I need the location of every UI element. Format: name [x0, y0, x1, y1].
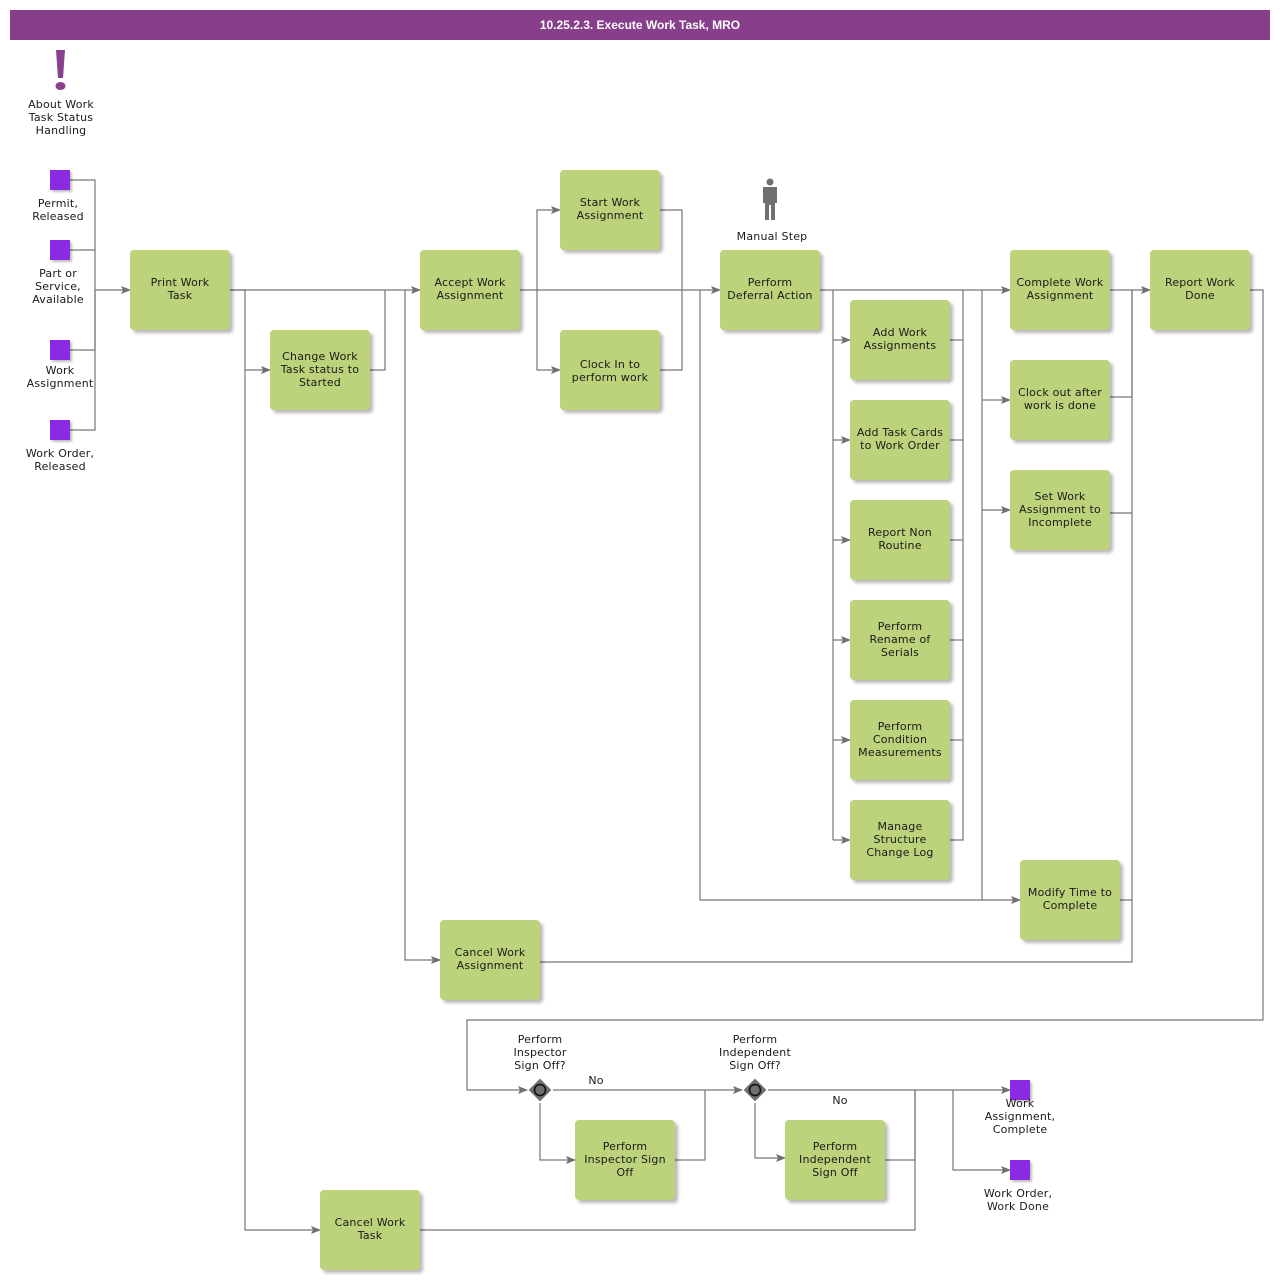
task-label: Complete Work Assignment	[1016, 276, 1104, 302]
task-report-work-done[interactable]: Report Work Done	[1150, 250, 1250, 330]
task-label: Perform Rename of Serials	[869, 620, 931, 659]
start-event-work-assignment[interactable]	[50, 340, 70, 360]
task-label: Cancel Work Task	[334, 1216, 406, 1242]
task-modify-time-to-complete[interactable]: Modify Time to Complete	[1020, 860, 1120, 940]
task-label: Perform Condition Measurements	[858, 720, 942, 759]
start-event-part-service-available[interactable]	[50, 240, 70, 260]
person-icon	[758, 178, 782, 222]
task-label: Perform Independent Sign Off	[799, 1140, 871, 1179]
start-event-permit-released[interactable]	[50, 170, 70, 190]
gateway-question: Perform Independent Sign Off?	[719, 1033, 791, 1072]
manual-step-label: Manual Step	[736, 230, 808, 243]
connector	[230, 289, 271, 374]
end-event-label: Work Assignment, Complete	[984, 1097, 1056, 1136]
gateway-no-label: No	[832, 1094, 848, 1107]
task-cancel-work-assignment[interactable]: Cancel Work Assignment	[440, 920, 540, 1000]
start-event-label: Part or Service, Available	[32, 267, 84, 306]
connector	[754, 1103, 786, 1162]
connector	[536, 206, 561, 290]
gateway-question: Perform Inspector Sign Off?	[513, 1033, 567, 1072]
task-label: Add Work Assignments	[863, 326, 937, 352]
task-label: Clock out after work is done	[1018, 386, 1102, 412]
task-report-non-routine[interactable]: Report Non Routine	[850, 500, 950, 580]
task-label: Print Work Task	[150, 276, 210, 302]
start-event-label: Work Order, Released	[25, 447, 95, 473]
task-perform-condition-measurements[interactable]: Perform Condition Measurements	[850, 700, 950, 780]
end-event-label: Work Order, Work Done	[983, 1187, 1053, 1213]
gateway-diamond-icon	[743, 1078, 767, 1102]
task-complete-work-assignment[interactable]: Complete Work Assignment	[1010, 250, 1110, 330]
independent-gateway[interactable]	[742, 1077, 767, 1102]
task-print-work-task[interactable]: Print Work Task	[130, 250, 230, 330]
task-label: Report Non Routine	[868, 526, 932, 552]
task-label: Perform Deferral Action	[727, 276, 813, 302]
task-add-task-cards[interactable]: Add Task Cards to Work Order	[850, 400, 950, 480]
start-event-label: Work Assignment	[26, 364, 94, 390]
connector	[244, 370, 321, 1234]
task-label: Set Work Assignment to Incomplete	[1019, 490, 1101, 529]
gateway-no-label: No	[588, 1074, 604, 1087]
connector	[536, 290, 561, 374]
task-label: Cancel Work Assignment	[454, 946, 526, 972]
task-set-incomplete[interactable]: Set Work Assignment to Incomplete	[1010, 470, 1110, 550]
task-label: Modify Time to Complete	[1027, 886, 1113, 912]
task-label: Start Work Assignment	[576, 196, 644, 222]
end-event-work-order-work-done[interactable]	[1010, 1160, 1030, 1180]
task-manage-structure-change-log[interactable]: Manage Structure Change Log	[850, 800, 950, 880]
connector	[404, 290, 441, 964]
connector	[950, 339, 964, 841]
task-label: Perform Inspector Sign Off	[584, 1140, 666, 1179]
connector	[1110, 290, 1133, 398]
task-start-work-assignment[interactable]: Start Work Assignment	[560, 170, 660, 250]
task-perform-deferral-action[interactable]: Perform Deferral Action	[720, 250, 820, 330]
task-clock-out[interactable]: Clock out after work is done	[1010, 360, 1110, 440]
task-perform-independent-sign-off[interactable]: Perform Independent Sign Off	[785, 1120, 885, 1200]
task-add-work-assignments[interactable]: Add Work Assignments	[850, 300, 950, 380]
task-perform-inspector-sign-off[interactable]: Perform Inspector Sign Off	[575, 1120, 675, 1200]
start-event-label: Permit, Released	[32, 197, 84, 223]
task-change-work-task-status[interactable]: Change Work Task status to Started	[270, 330, 370, 410]
start-event-work-order-released[interactable]	[50, 420, 70, 440]
task-cancel-work-task[interactable]: Cancel Work Task	[320, 1190, 420, 1270]
connector	[70, 290, 96, 431]
task-perform-rename-serials[interactable]: Perform Rename of Serials	[850, 600, 950, 680]
inspector-gateway[interactable]	[527, 1077, 552, 1102]
task-accept-work-assignment[interactable]: Accept Work Assignment	[420, 250, 520, 330]
connector	[885, 1090, 916, 1161]
connector	[370, 290, 386, 371]
task-clock-in[interactable]: Clock In to perform work	[560, 330, 660, 410]
about-note-label: About Work Task Status Handling	[28, 98, 94, 137]
connector	[539, 1103, 576, 1164]
task-label: Add Task Cards to Work Order	[856, 426, 944, 452]
task-label: Change Work Task status to Started	[280, 350, 360, 389]
exclamation-note-icon[interactable]	[50, 50, 72, 94]
task-label: Manage Structure Change Log	[866, 820, 934, 859]
task-label: Clock In to perform work	[571, 358, 649, 384]
task-label: Report Work Done	[1164, 276, 1235, 302]
connector	[1120, 290, 1133, 901]
task-label: Accept Work Assignment	[434, 276, 506, 302]
gateway-diamond-icon	[528, 1078, 552, 1102]
connector	[675, 1090, 706, 1161]
